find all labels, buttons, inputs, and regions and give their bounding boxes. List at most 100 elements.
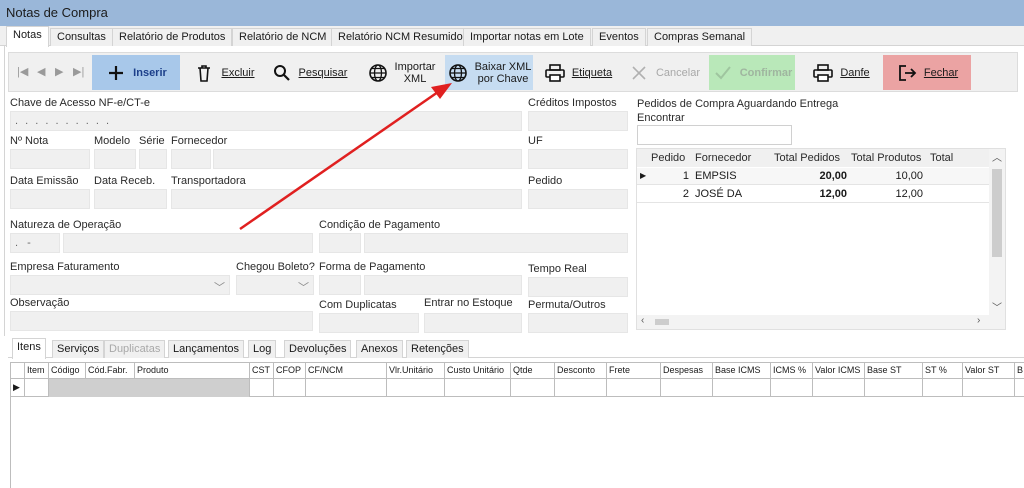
window-titlebar: Notas de Compra [0,0,1024,26]
tab-retencoes[interactable]: Retenções [406,340,469,358]
payment-condition-field[interactable] [364,233,628,253]
col-header: Base ST [865,363,923,379]
next-record-icon[interactable]: ▶ [55,65,63,78]
chevron-right-icon[interactable]: › [977,315,980,326]
items-grid: Item Código Cód.Fabr. Produto CST CFOP C… [10,362,1024,488]
model-field[interactable] [94,149,136,169]
col-header: CF/NCM [306,363,387,379]
tab-notas[interactable]: Notas [6,26,49,47]
carrier-label: Transportadora [171,175,246,187]
exchange-field[interactable] [528,313,628,333]
insert-button[interactable]: Inserir [92,55,180,90]
orders-grid-header: Pedido Fornecedor Total Pedidos Total Pr… [637,149,997,167]
order-total: 20,00 [819,170,847,182]
tab-relatorio-ncm[interactable]: Relatório de NCM [232,28,334,46]
delete-button[interactable]: Excluir [189,55,259,90]
order-field[interactable] [528,189,628,209]
issue-date-field[interactable] [10,189,90,209]
real-time-field[interactable] [528,277,628,297]
table-row[interactable]: ▶ [11,379,1024,397]
col-header: Despesas [661,363,713,379]
with-installments-field[interactable] [319,313,419,333]
import-xml-button[interactable]: Importar XML [361,55,441,90]
col-header: Valor ST [963,363,1015,379]
billing-company-select[interactable]: ﹀ [10,275,230,295]
last-record-icon[interactable]: ▶| [73,65,84,78]
close-icon [628,62,650,84]
observation-label: Observação [10,297,70,309]
payment-method-label: Forma de Pagamento [319,261,426,273]
tab-lancamentos[interactable]: Lançamentos [168,340,245,358]
label-print-button[interactable]: Etiqueta [539,55,617,90]
table-row[interactable]: 2 JOSÉ DA 12,00 12,00 [637,186,993,203]
chevron-left-icon[interactable]: ‹ [641,315,644,326]
check-icon [712,62,734,84]
col-header: CFOP [274,363,306,379]
confirm-button[interactable]: Confirmar [709,55,795,90]
col-header: Vlr.Unitário [387,363,445,379]
series-label: Série [139,135,165,147]
order-products-total: 12,00 [895,188,923,200]
tab-log[interactable]: Log [248,340,277,358]
table-row[interactable]: ▶ 1 EMPSIS 20,00 10,00 [637,168,993,185]
danfe-button[interactable]: Danfe [805,55,877,90]
supplier-code-field[interactable] [171,149,211,169]
order-supplier: JOSÉ DA [695,188,743,200]
scroll-thumb[interactable] [655,319,669,325]
access-key-label: Chave de Acesso NF-e/CT-e [10,97,151,109]
col-header: ICMS % [771,363,813,379]
operation-nature-field[interactable] [63,233,313,253]
row-pointer-icon: ▶ [640,171,647,180]
tab-consultas[interactable]: Consultas [50,28,113,46]
operation-nature-code-field[interactable]: . - [10,233,60,253]
search-button[interactable]: Pesquisar [267,55,351,90]
tab-relatorio-ncm-resumido[interactable]: Relatório NCM Resumido [331,28,470,46]
invoice-number-field[interactable] [10,149,90,169]
supplier-name-field[interactable] [213,149,522,169]
uf-label: UF [528,135,543,147]
receipt-date-field[interactable] [94,189,167,209]
bill-arrived-select[interactable]: ﹀ [236,275,314,295]
col-header: Custo Unitário [445,363,511,379]
carrier-field[interactable] [171,189,522,209]
tab-importar-lote[interactable]: Importar notas em Lote [463,28,591,46]
product-cell[interactable] [49,379,250,397]
order-number: 2 [682,188,689,200]
order-total: 12,00 [819,188,847,200]
globe-icon [367,62,389,84]
tab-duplicatas[interactable]: Duplicatas [104,340,166,358]
horizontal-scrollbar[interactable]: ‹ › [637,315,1005,329]
payment-condition-code-field[interactable] [319,233,361,253]
chevron-down-icon[interactable]: ﹀ [992,299,1002,314]
cancel-button[interactable]: Cancelar [621,55,707,90]
tab-devolucoes[interactable]: Devoluções [284,340,352,358]
items-grid-header: Item Código Cód.Fabr. Produto CST CFOP C… [11,363,1024,379]
tab-relatorio-produtos[interactable]: Relatório de Produtos [112,28,233,46]
scroll-thumb[interactable] [992,169,1002,257]
prev-record-icon[interactable]: ◀ [37,65,45,78]
tab-servicos[interactable]: Serviços [52,340,105,358]
uf-field[interactable] [528,149,628,169]
col-header: B [1017,365,1024,375]
tab-eventos[interactable]: Eventos [592,28,646,46]
first-record-icon[interactable]: |◀ [17,65,28,78]
payment-method-field[interactable] [364,275,522,295]
vertical-scrollbar[interactable]: ︿ ﹀ [989,149,1005,317]
tab-itens[interactable]: Itens [12,338,46,359]
tab-compras-semanal[interactable]: Compras Semanal [647,28,753,46]
order-label: Pedido [528,175,563,187]
payment-method-code-field[interactable] [319,275,361,295]
observation-field[interactable] [10,311,313,331]
exit-icon [896,62,918,84]
download-xml-by-key-button[interactable]: Baixar XML por Chave [445,55,533,90]
receipt-date-label: Data Receb. [94,175,156,187]
find-input[interactable] [637,125,792,145]
series-field[interactable] [139,149,167,169]
tab-anexos[interactable]: Anexos [356,340,403,358]
stock-entry-field[interactable] [424,313,522,333]
chevron-up-icon[interactable]: ︿ [992,149,1002,164]
access-key-field[interactable]: . . . . . . . . . . [10,111,522,131]
col-header: CST [250,363,274,379]
close-button[interactable]: Fechar [883,55,971,90]
tax-credits-field[interactable] [528,111,628,131]
